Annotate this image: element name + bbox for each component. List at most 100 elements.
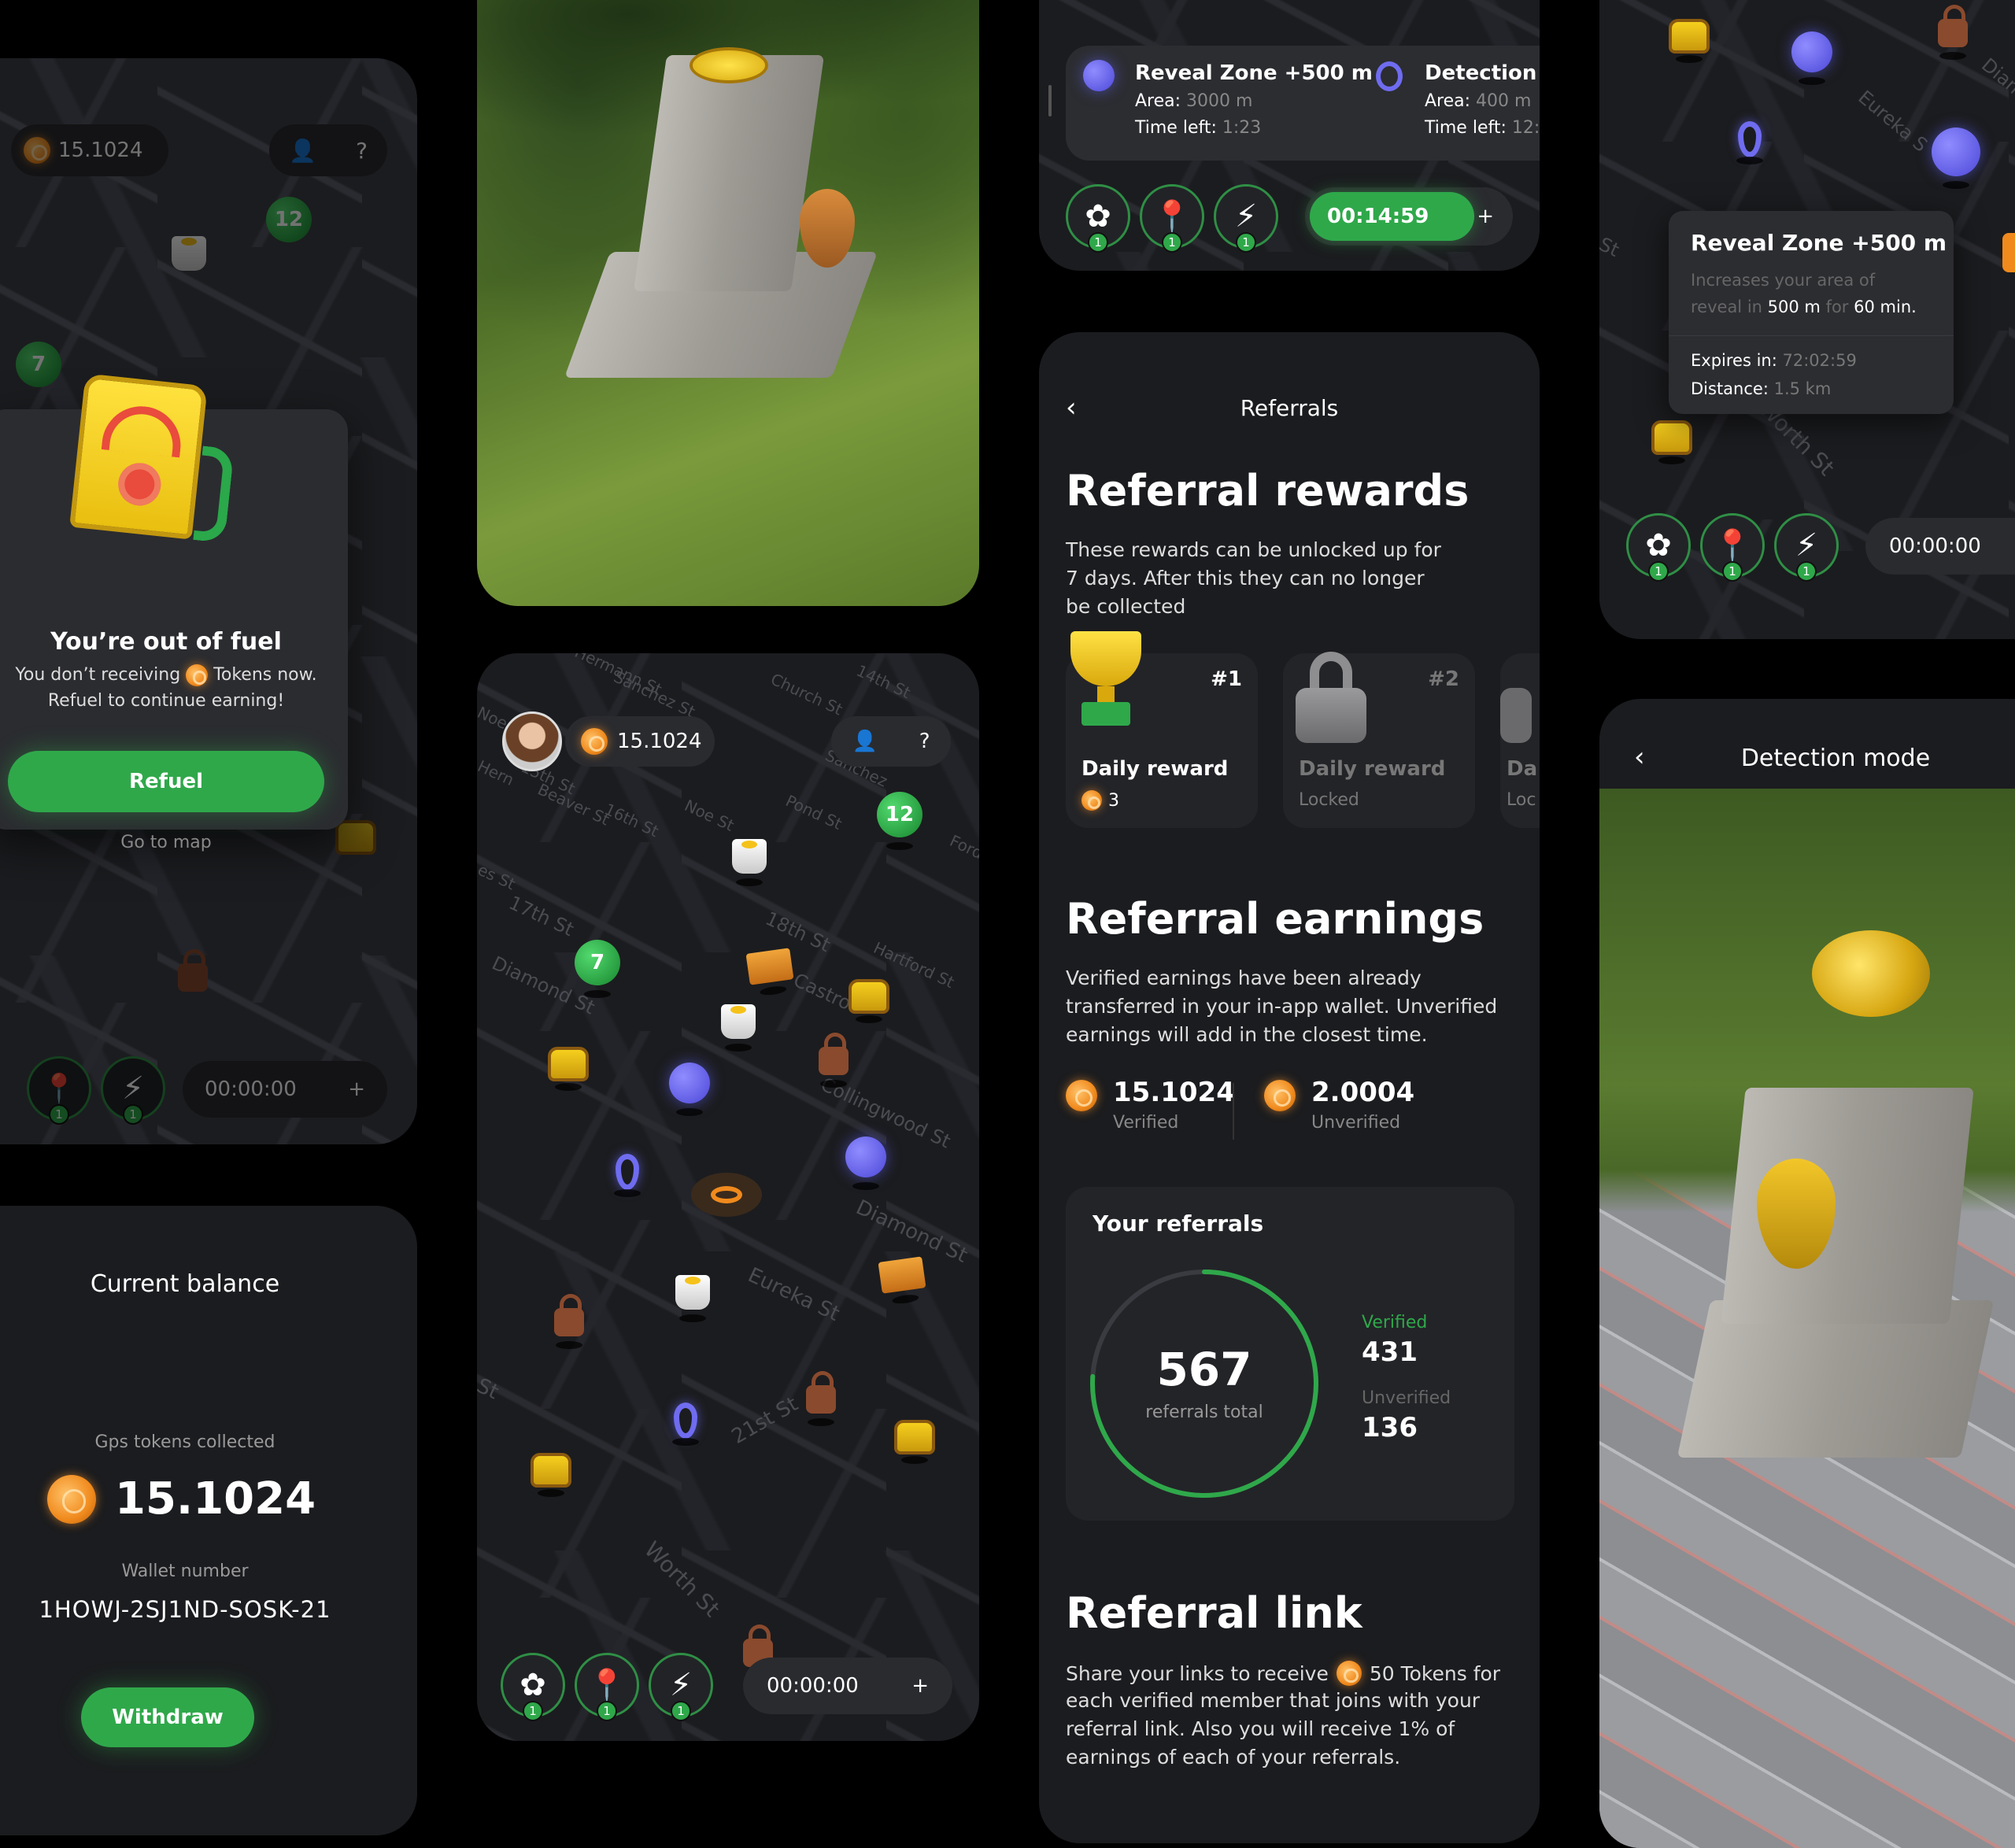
chest-marker[interactable]: [1669, 19, 1710, 63]
rewards-desc-3: be collected: [1066, 595, 1186, 618]
level-ball-marker[interactable]: 12: [877, 792, 922, 850]
page-title: Current balance: [90, 1270, 280, 1298]
balance-value: 15.1024: [58, 139, 143, 162]
link-desc-1: Share your links to receive 50 Tokens fo…: [1066, 1661, 1501, 1686]
power-flower-button[interactable]: ✿ 1: [1626, 513, 1691, 582]
reward-rank: #1: [1211, 667, 1242, 691]
reward-card-2[interactable]: #2 Daily reward Locked: [1283, 652, 1475, 828]
power-flower-button[interactable]: ✿ 1: [1066, 184, 1130, 253]
wallet-number: 1HOWJ-2SJ1ND-SOSK-21: [39, 1596, 331, 1623]
chest-marker[interactable]: [1651, 420, 1692, 464]
lock-marker[interactable]: [178, 949, 208, 992]
referrals-total-label: referrals total: [1145, 1403, 1263, 1422]
fuel-message: You don’t receiving Tokens now.: [15, 664, 317, 686]
box-marker[interactable]: [878, 1256, 926, 1294]
location-pin-marker[interactable]: [672, 1403, 699, 1446]
gold-coin-pile[interactable]: [1812, 930, 1930, 1017]
add-friend-icon[interactable]: 👤: [852, 730, 877, 753]
location-pin-marker[interactable]: [1736, 121, 1763, 164]
unverified-count-label: Unverified: [1362, 1388, 1451, 1408]
refuel-button[interactable]: Refuel: [8, 751, 324, 812]
camera-view: [1599, 789, 2015, 1848]
reward-rank: #2: [1428, 667, 1459, 691]
reward-card-1[interactable]: #1 Daily reward 3: [1066, 631, 1258, 828]
level-ball-marker[interactable]: 7: [575, 940, 620, 998]
orb-marker[interactable]: [1791, 31, 1832, 85]
chest-marker[interactable]: [548, 1047, 589, 1091]
chest-marker[interactable]: [531, 1453, 571, 1497]
popup-desc-1: Increases your area of: [1691, 271, 1876, 290]
power-pin-button[interactable]: 📍 1: [1140, 184, 1204, 253]
reveal-zone-map-screen[interactable]: Diamo Eureka S St Worth St Reveal Zone +…: [1599, 0, 2015, 639]
boost1-area: Area: 3000 m: [1135, 91, 1253, 111]
earnings-desc-3: earnings will add in the closest time.: [1066, 1023, 1428, 1046]
map-screen[interactable]: Hermann St Sanchez St Church St 14th St …: [477, 653, 979, 1741]
scroll-indicator: [1048, 85, 1052, 116]
orb-marker[interactable]: [1932, 128, 1980, 189]
power-bolt-button[interactable]: ⚡ 1: [101, 1056, 165, 1125]
earnings-title: Referral earnings: [1066, 894, 1484, 944]
lock-marker[interactable]: [554, 1294, 584, 1349]
location-pin-marker[interactable]: [614, 1154, 641, 1197]
chest-marker[interactable]: [894, 1420, 935, 1464]
reward-card-3[interactable]: Da Loc: [1500, 653, 1540, 828]
timer-pill[interactable]: 00:00:00: [1865, 518, 2015, 575]
help-icon[interactable]: ?: [919, 730, 930, 753]
account-help-pill[interactable]: 👤?: [269, 124, 387, 176]
trophy-icon: [1063, 631, 1149, 726]
reward-name: Daily reward: [1299, 757, 1446, 781]
withdraw-button[interactable]: Withdraw: [81, 1687, 254, 1747]
timer-pill[interactable]: 00:00:00 +: [743, 1658, 952, 1714]
referrals-screen: ‹ Referrals Referral rewards These rewar…: [1039, 332, 1540, 1843]
power-flower-button[interactable]: ✿ 1: [501, 1653, 565, 1721]
plus-icon[interactable]: +: [911, 1674, 929, 1698]
active-timer: 00:14:59: [1310, 192, 1475, 241]
power-pin-button[interactable]: 📍 1: [27, 1056, 91, 1125]
gold-coins-ar[interactable]: [690, 47, 768, 83]
header-title: Referrals: [1240, 395, 1339, 421]
power-pin-button[interactable]: 📍 1: [1700, 513, 1765, 582]
avatar[interactable]: [502, 711, 562, 771]
cup-marker[interactable]: [675, 1275, 710, 1322]
stone-pedestal-base: [1677, 1300, 1995, 1458]
help-icon[interactable]: ?: [356, 138, 368, 164]
cup-marker[interactable]: [721, 1004, 756, 1052]
add-friend-icon[interactable]: 👤: [289, 138, 316, 164]
fuel-message-line2: Refuel to continue earning!: [47, 691, 285, 711]
power-bolt-button[interactable]: ⚡ 1: [1214, 184, 1278, 253]
active-boosts-screen: Reveal Zone +500 m Area: 3000 m Time lef…: [1039, 0, 1540, 271]
ar-photo-pedestal: [477, 0, 979, 606]
back-chevron-icon[interactable]: ‹: [1634, 741, 1645, 773]
boost2-title: Detection Z: [1425, 61, 1540, 85]
plus-icon[interactable]: +: [1477, 205, 1494, 228]
lock-marker[interactable]: [1938, 5, 1968, 60]
rewards-desc-2: 7 days. After this they can no longer: [1066, 567, 1425, 590]
popup-title: Reveal Zone +500 m: [1691, 230, 1947, 256]
token-coin-icon: [47, 1474, 96, 1524]
cup-marker[interactable]: [732, 839, 767, 886]
level-ball-marker[interactable]: 12: [266, 197, 312, 242]
go-to-map-link[interactable]: Go to map: [0, 833, 348, 852]
plus-icon[interactable]: +: [348, 1077, 365, 1101]
power-pin-button[interactable]: 📍 1: [575, 1653, 639, 1721]
lock-marker[interactable]: [819, 1033, 849, 1088]
level-ball-marker[interactable]: 7: [16, 342, 61, 387]
verified-label: Verified: [1113, 1113, 1179, 1133]
account-help-pill[interactable]: 👤?: [831, 716, 951, 767]
box-marker[interactable]: [745, 948, 794, 985]
timer-pill[interactable]: 00:14:59 +: [1305, 187, 1513, 246]
power-bolt-button[interactable]: ⚡ 1: [649, 1653, 713, 1721]
orb-marker[interactable]: [845, 1137, 886, 1190]
token-coin-icon: [1336, 1661, 1362, 1686]
orb-marker[interactable]: [669, 1063, 710, 1116]
power-bolt-button[interactable]: ⚡ 1: [1774, 513, 1839, 582]
lock-marker[interactable]: [806, 1371, 836, 1426]
stone-column: [633, 55, 825, 291]
balance-value: 15.1024: [617, 730, 702, 753]
chest-marker[interactable]: [849, 979, 889, 1023]
balance-pill: 15.1024: [11, 124, 168, 176]
fuel-title: You’re out of fuel: [50, 628, 282, 656]
timer-pill[interactable]: 00:00:00 +: [183, 1061, 387, 1118]
cup-marker[interactable]: [172, 236, 206, 271]
current-balance-screen: Current balance Gps tokens collected 15.…: [0, 1206, 417, 1835]
